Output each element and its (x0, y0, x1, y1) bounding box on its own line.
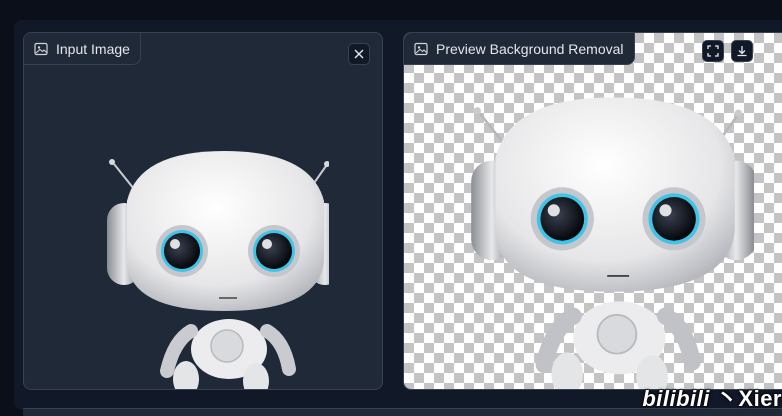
watermark-name: Xier (738, 386, 782, 411)
input-image-label-chip: Input Image (24, 33, 141, 65)
preview-background-removal-panel[interactable]: Preview Background Removal (403, 32, 782, 390)
watermark-separator: 丶 (715, 386, 739, 411)
clear-image-button[interactable] (348, 43, 370, 65)
download-button[interactable] (731, 40, 753, 62)
input-image-panel[interactable]: Input Image (23, 32, 383, 390)
robot-image (107, 151, 329, 389)
bilibili-logo: bilibili (642, 386, 710, 411)
robot-preview-image (471, 97, 754, 389)
image-icon (34, 42, 48, 55)
input-image-label: Input Image (56, 40, 130, 57)
watermark: bilibili 丶Xier (642, 381, 782, 413)
preview-label: Preview Background Removal (436, 40, 624, 57)
download-icon (737, 46, 747, 57)
image-icon (414, 42, 428, 55)
fullscreen-icon (707, 45, 719, 57)
fullscreen-button[interactable] (702, 40, 724, 62)
close-icon (354, 49, 364, 59)
